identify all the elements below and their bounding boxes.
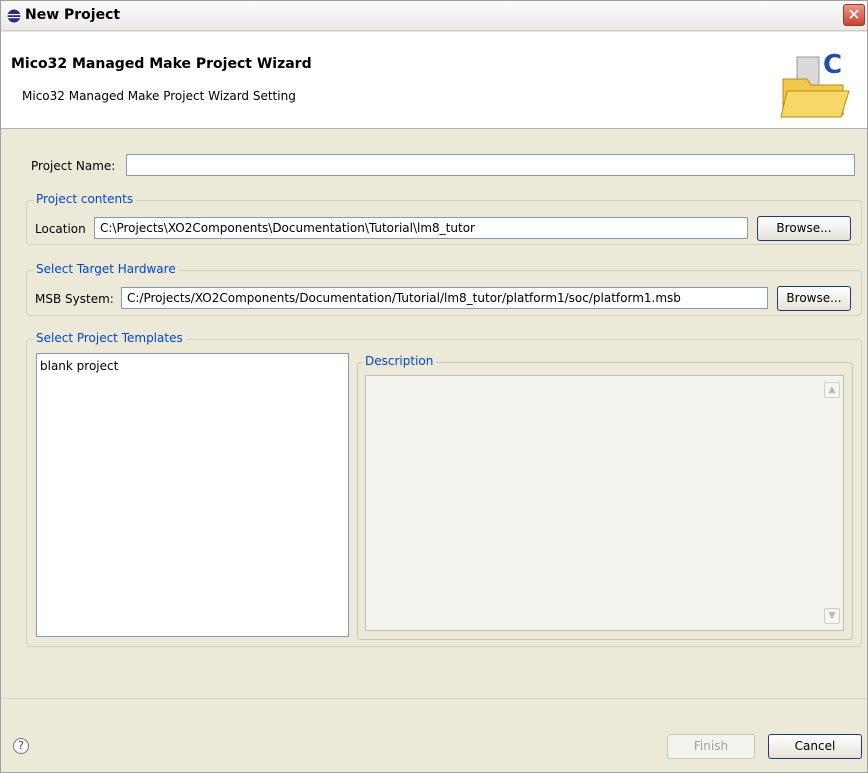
eclipse-icon	[7, 9, 21, 23]
templates-list[interactable]: blank project	[36, 353, 349, 637]
description-legend: Description	[362, 354, 437, 368]
description-box: ▲ ▼	[365, 375, 844, 631]
target-hardware-legend: Select Target Hardware	[33, 262, 179, 276]
scroll-up-icon[interactable]: ▲	[824, 382, 840, 398]
msb-browse-button[interactable]: Browse...	[777, 286, 851, 311]
close-button[interactable]: ✕	[843, 4, 865, 26]
location-browse-button[interactable]: Browse...	[757, 216, 851, 241]
cancel-button[interactable]: Cancel	[768, 734, 862, 759]
svg-text:C: C	[823, 50, 842, 80]
list-item[interactable]: blank project	[40, 359, 118, 373]
msb-system-input[interactable]: C:/Projects/XO2Components/Documentation/…	[121, 287, 768, 309]
title-bar: New Project ✕	[1, 1, 867, 31]
wizard-title: Mico32 Managed Make Project Wizard	[11, 56, 312, 72]
location-label: Location	[35, 222, 86, 236]
folder-c-icon: C	[780, 50, 850, 118]
wizard-header: Mico32 Managed Make Project Wizard Mico3…	[1, 32, 867, 129]
wizard-subtitle: Mico32 Managed Make Project Wizard Setti…	[22, 89, 296, 103]
project-templates-legend: Select Project Templates	[33, 331, 186, 345]
location-input[interactable]: C:\Projects\XO2Components\Documentation\…	[94, 217, 748, 239]
footer-separator	[1, 698, 867, 699]
project-name-label: Project Name:	[31, 159, 116, 173]
close-icon: ✕	[847, 5, 861, 24]
finish-button[interactable]: Finish	[667, 734, 755, 759]
scroll-down-icon[interactable]: ▼	[824, 608, 840, 624]
window-title: New Project	[25, 7, 121, 23]
msb-system-label: MSB System:	[35, 292, 114, 306]
help-icon[interactable]: ?	[13, 738, 29, 754]
project-name-input[interactable]	[126, 154, 855, 176]
project-contents-legend: Project contents	[33, 192, 137, 206]
description-scrollbar[interactable]: ▲ ▼	[823, 378, 841, 628]
new-project-dialog: New Project ✕ Mico32 Managed Make Projec…	[0, 0, 868, 773]
